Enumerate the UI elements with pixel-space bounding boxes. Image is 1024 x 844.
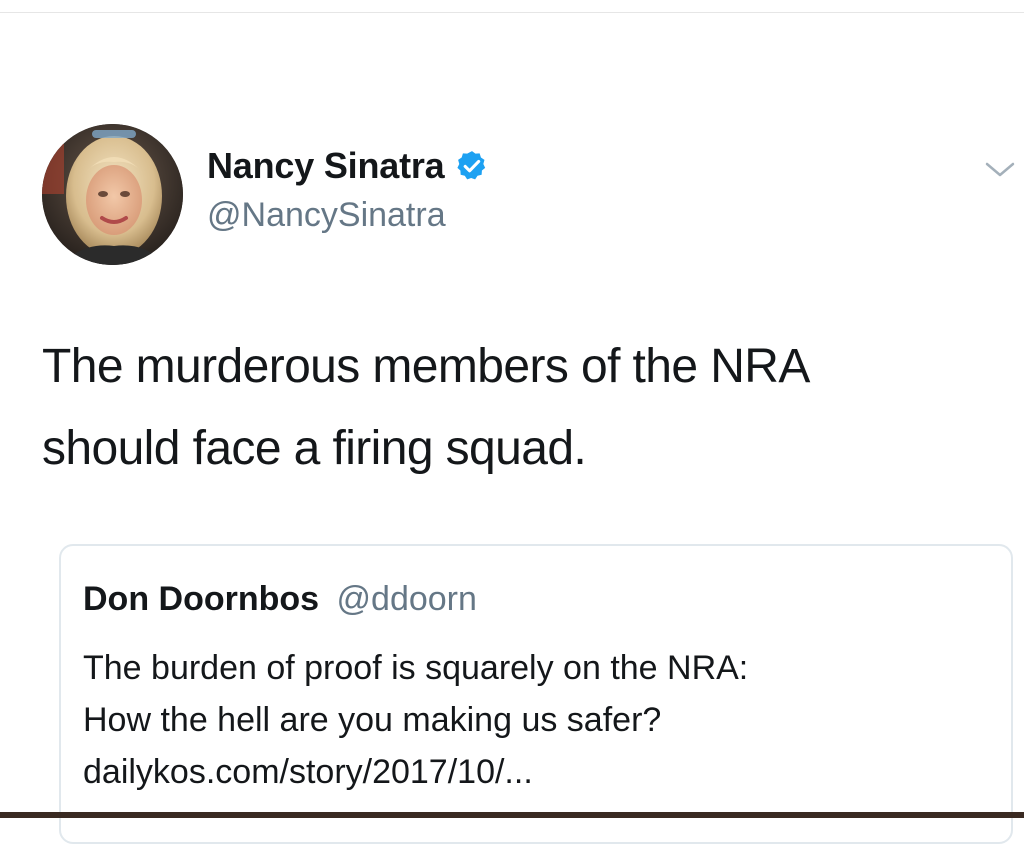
quoted-text-line: How the hell are you making us safer? (83, 701, 662, 739)
tweet-text: The murderous members of the NRA should … (42, 326, 1002, 490)
quoted-text-line: The burden of proof is squarely on the N… (83, 649, 749, 687)
quoted-author-handle[interactable]: @ddoorn (337, 580, 477, 618)
chevron-down-icon[interactable] (984, 160, 1016, 180)
author-handle[interactable]: @NancySinatra (207, 196, 446, 235)
verified-badge-icon (455, 149, 489, 183)
avatar-photo (42, 124, 183, 265)
bottom-edge (0, 812, 1024, 818)
author-display-name[interactable]: Nancy Sinatra (207, 145, 445, 187)
tweet-text-line: The murderous members of the NRA (42, 340, 810, 393)
quoted-text-link[interactable]: dailykos.com/story/2017/10/... (83, 746, 983, 798)
author-name-row[interactable]: Nancy Sinatra (207, 142, 489, 190)
quoted-tweet-text: The burden of proof is squarely on the N… (83, 642, 983, 798)
quoted-tweet-card[interactable]: Don Doornbos @ddoorn The burden of proof… (59, 544, 1013, 844)
quoted-tweet-header: Don Doornbos @ddoorn (83, 580, 477, 619)
tweet: Nancy Sinatra @NancySinatra The murderou… (0, 0, 1024, 844)
tweet-text-line: should face a firing squad. (42, 422, 587, 475)
avatar[interactable] (42, 124, 183, 265)
quoted-author-name[interactable]: Don Doornbos (83, 580, 319, 618)
